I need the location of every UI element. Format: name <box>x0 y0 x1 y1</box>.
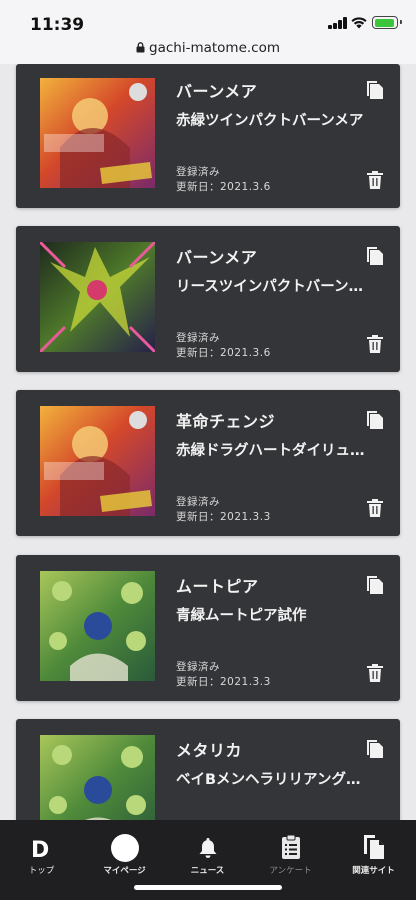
copy-icon[interactable] <box>366 80 384 100</box>
copy-icon[interactable] <box>366 575 384 595</box>
cellular-signal-icon <box>328 17 348 29</box>
card-thumbnail[interactable] <box>40 735 155 820</box>
deck-category: 革命チェンジ <box>176 412 276 431</box>
logo-icon: D <box>31 838 50 863</box>
nav-top[interactable]: D トップ <box>0 820 83 882</box>
card-thumbnail[interactable] <box>40 242 155 352</box>
lock-icon <box>136 42 145 53</box>
trash-icon[interactable] <box>367 664 383 682</box>
card-thumbnail[interactable] <box>40 406 155 516</box>
trash-icon[interactable] <box>367 499 383 517</box>
deck-card[interactable]: バーンメア リースツインパクトバーン… 登録済み 更新日：2021.3.6 <box>16 226 400 372</box>
home-indicator[interactable] <box>134 885 282 890</box>
status-bar: 11:39 gachi-matome.com <box>0 0 416 64</box>
trash-icon[interactable] <box>367 335 383 353</box>
deck-card[interactable]: ムートピア 青緑ムートピア試作 登録済み 更新日：2021.3.3 <box>16 555 400 701</box>
card-thumbnail[interactable] <box>40 571 155 681</box>
deck-name: 赤緑ツインパクトバーンメア <box>176 113 364 129</box>
deck-card[interactable]: メタリカ ベイBメンヘラリリアング試作 <box>16 719 400 820</box>
deck-card[interactable]: 革命チェンジ 赤緑ドラグハートダイリュ… 登録済み 更新日：2021.3.3 <box>16 390 400 536</box>
card-thumbnail[interactable] <box>40 78 155 188</box>
nav-label: ニュース <box>190 866 225 876</box>
trash-icon[interactable] <box>367 171 383 189</box>
copy-icon[interactable] <box>366 246 384 266</box>
deck-category: バーンメア <box>176 248 258 267</box>
deck-category: メタリカ <box>176 741 243 760</box>
profile-circle-icon <box>111 834 139 862</box>
nav-survey[interactable]: アンケート <box>249 820 332 882</box>
wifi-icon <box>351 17 367 29</box>
registration-status: 登録済み <box>176 661 220 673</box>
nav-related-sites[interactable]: 関連サイト <box>332 820 415 882</box>
registration-status: 登録済み <box>176 332 220 344</box>
nav-news[interactable]: ニュース <box>166 820 249 882</box>
copy-icon[interactable] <box>366 739 384 759</box>
copy-icon[interactable] <box>366 410 384 430</box>
deck-name: リースツインパクトバーン… <box>176 279 364 295</box>
nav-label: トップ <box>28 866 55 876</box>
copy-docs-icon <box>364 835 384 859</box>
nav-label: アンケート <box>269 866 312 876</box>
bell-icon <box>199 838 217 858</box>
deck-name: ベイBメンヘラリリアング試作 <box>176 772 372 788</box>
updated-date: 更新日：2021.3.3 <box>176 511 271 523</box>
nav-label: マイページ <box>103 866 146 876</box>
deck-name: 青緑ムートピア試作 <box>176 608 307 624</box>
address-bar[interactable]: gachi-matome.com <box>0 40 416 56</box>
deck-card[interactable]: バーンメア 赤緑ツインパクトバーンメア 登録済み 更新日：2021.3.6 <box>16 64 400 208</box>
updated-date: 更新日：2021.3.6 <box>176 181 271 193</box>
deck-list: バーンメア 赤緑ツインパクトバーンメア 登録済み 更新日：2021.3.6 バー… <box>0 64 416 820</box>
clipboard-icon <box>282 835 300 859</box>
nav-mypage[interactable]: マイページ <box>83 820 166 882</box>
updated-date: 更新日：2021.3.3 <box>176 676 271 688</box>
registration-status: 登録済み <box>176 496 220 508</box>
clock: 11:39 <box>30 15 85 35</box>
registration-status: 登録済み <box>176 166 220 178</box>
url-text: gachi-matome.com <box>149 40 280 56</box>
deck-name: 赤緑ドラグハートダイリュ… <box>176 443 365 459</box>
updated-date: 更新日：2021.3.6 <box>176 347 271 359</box>
nav-label: 関連サイト <box>352 866 395 876</box>
battery-icon <box>372 16 402 29</box>
deck-category: ムートピア <box>176 577 259 596</box>
deck-category: バーンメア <box>176 82 258 101</box>
